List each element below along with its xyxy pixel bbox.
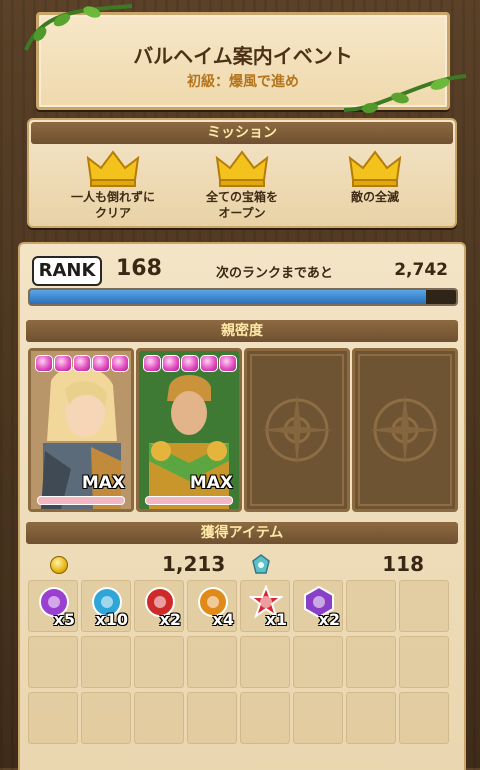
item-slot: [134, 636, 184, 688]
item-slot: [399, 580, 449, 632]
item-slot: [346, 580, 396, 632]
item-slot: [28, 692, 78, 744]
item-count: x4: [212, 610, 234, 629]
character-card-2[interactable]: MAX: [136, 348, 242, 512]
vine-decoration-right: [343, 74, 467, 114]
item-slot: [399, 636, 449, 688]
character-card-1[interactable]: MAX: [28, 348, 134, 512]
item-slot: [240, 636, 290, 688]
mission-label-2b: オープン: [218, 206, 266, 220]
empty-card-slot-3: [244, 348, 350, 512]
mission-item-no-deaths: 一人も倒れずに クリア: [53, 150, 173, 220]
next-rank-value: 2,742: [394, 260, 448, 280]
affinity-bar: [145, 496, 233, 505]
coin-icon: [50, 556, 68, 574]
item-slot: [187, 636, 237, 688]
affinity-hearts: [143, 355, 237, 372]
mission-label-1a: 一人も倒れずに: [70, 190, 155, 204]
crown-icon: [348, 150, 402, 187]
currency-row: 1,213 118: [20, 552, 464, 578]
mission-item-defeat-all: 敵の全滅: [315, 150, 435, 204]
item-slot: [28, 636, 78, 688]
mission-label-3a: 敵の全滅: [350, 190, 399, 204]
item-slot: [293, 636, 343, 688]
heart-icon: [162, 355, 180, 372]
item-slot: [81, 636, 131, 688]
item-slot: [240, 692, 290, 744]
crown-icon: [215, 150, 269, 187]
empty-card-slot-4: [352, 348, 458, 512]
heart-icon: [73, 355, 91, 372]
items-header: 獲得アイテム: [26, 522, 458, 544]
mission-label-1b: クリア: [94, 206, 131, 220]
compass-emblem-icon: [250, 354, 344, 506]
vine-decoration-left: [24, 4, 133, 51]
gem-icon: [252, 554, 270, 574]
mission-header: ミッション: [31, 122, 453, 144]
rank-badge: RANK: [32, 256, 102, 286]
heart-icon: [219, 355, 237, 372]
item-count: x10: [95, 610, 128, 629]
item-grid: x5 x10 x2 x4 x1 x2: [28, 580, 456, 744]
mission-panel: ミッション 一人も倒れずに クリア 全ての宝箱を オープン 敵の全滅: [27, 118, 457, 228]
item-slot: [187, 692, 237, 744]
item-count: x5: [53, 610, 75, 629]
heart-icon: [200, 355, 218, 372]
heart-icon: [111, 355, 129, 372]
result-panel: RANK 168 次のランクまであと 2,742 親密度 MAX MAX 獲得ア…: [18, 242, 466, 770]
item-slot: x5: [28, 580, 78, 632]
affinity-header: 親密度: [26, 320, 458, 342]
heart-icon: [54, 355, 72, 372]
item-slot: x4: [187, 580, 237, 632]
item-slot: [399, 692, 449, 744]
affinity-hearts: [35, 355, 129, 372]
item-count: x2: [159, 610, 181, 629]
max-label: MAX: [189, 473, 233, 493]
item-slot: [346, 636, 396, 688]
item-count: x2: [318, 610, 340, 629]
next-rank-label: 次のランクまであと: [216, 266, 333, 281]
affinity-bar: [37, 496, 125, 505]
heart-icon: [35, 355, 53, 372]
crown-icon: [86, 150, 140, 187]
item-slot: x2: [293, 580, 343, 632]
item-slot: x10: [81, 580, 131, 632]
rank-progress-bar: [28, 288, 458, 306]
rank-value: 168: [116, 256, 162, 281]
mission-label-2a: 全ての宝箱を: [205, 190, 278, 204]
max-label: MAX: [81, 473, 125, 493]
item-slot: x2: [134, 580, 184, 632]
rank-progress-fill: [30, 290, 427, 304]
mission-item-all-chests: 全ての宝箱を オープン: [182, 150, 302, 220]
heart-icon: [181, 355, 199, 372]
item-slot: x1: [240, 580, 290, 632]
item-slot: [134, 692, 184, 744]
compass-emblem-icon: [358, 354, 452, 506]
item-slot: [346, 692, 396, 744]
gem-value: 118: [382, 552, 424, 576]
item-slot: [293, 692, 343, 744]
heart-icon: [92, 355, 110, 372]
item-slot: [81, 692, 131, 744]
item-count: x1: [265, 610, 287, 629]
coin-value: 1,213: [162, 552, 226, 576]
heart-icon: [143, 355, 161, 372]
